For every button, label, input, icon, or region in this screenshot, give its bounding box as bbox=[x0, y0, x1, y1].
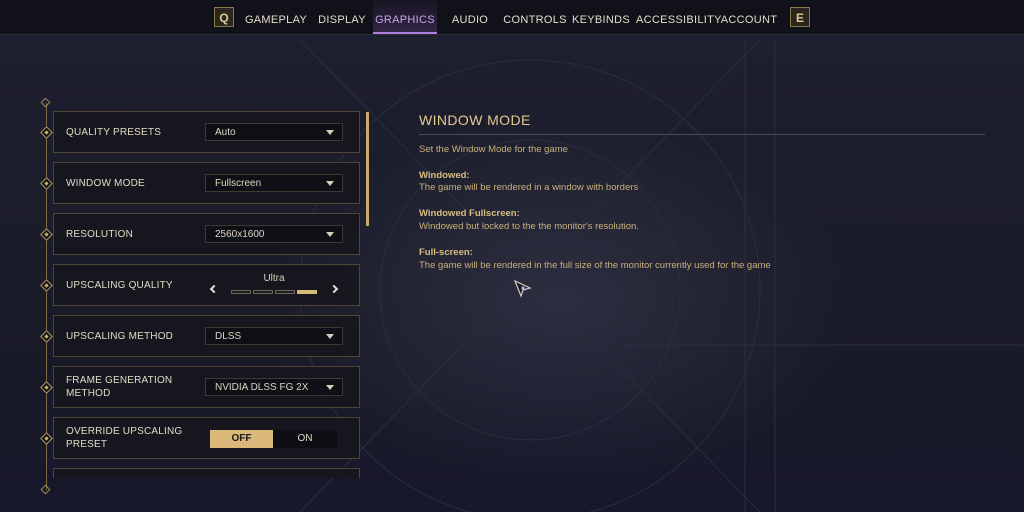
tab-graphics[interactable]: GRAPHICS bbox=[373, 0, 437, 34]
panel-title: WINDOW MODE bbox=[419, 112, 531, 128]
next-tab-key[interactable]: E bbox=[790, 7, 810, 27]
section-heading: Windowed: bbox=[419, 170, 470, 181]
setting-row-upscaling-quality[interactable]: UPSCALING QUALITY Ultra bbox=[40, 264, 360, 306]
toggle-on-option[interactable]: ON bbox=[273, 430, 337, 448]
setting-row-quality-presets[interactable]: QUALITY PRESETS Auto bbox=[40, 111, 360, 153]
dropdown-value: Auto bbox=[215, 127, 236, 138]
tab-display[interactable]: DISPLAY bbox=[314, 0, 370, 34]
dropdown-value: 2560x1600 bbox=[215, 229, 265, 240]
tab-audio[interactable]: AUDIO bbox=[444, 0, 496, 34]
panel-intro: Set the Window Mode for the game bbox=[419, 144, 568, 155]
section-heading: Windowed Fullscreen: bbox=[419, 208, 520, 219]
setting-label: RESOLUTION bbox=[66, 228, 134, 240]
setting-label: UPSCALING QUALITY bbox=[66, 279, 173, 291]
tab-account[interactable]: ACCOUNT bbox=[719, 0, 779, 34]
chevron-down-icon bbox=[326, 334, 334, 339]
frame-generation-dropdown[interactable]: NVIDIA DLSS FG 2X bbox=[205, 378, 343, 396]
chevron-down-icon bbox=[326, 181, 334, 186]
setting-row-upscaling-method[interactable]: UPSCALING METHOD DLSS bbox=[40, 315, 360, 357]
chevron-down-icon bbox=[326, 385, 334, 390]
top-navigation: Q GAMEPLAY DISPLAY GRAPHICS AUDIO CONTRO… bbox=[0, 0, 1024, 35]
override-upscaling-toggle[interactable]: OFF ON bbox=[210, 430, 337, 448]
chevron-right-icon[interactable] bbox=[329, 284, 339, 294]
dropdown-value: NVIDIA DLSS FG 2X bbox=[215, 382, 309, 393]
chevron-left-icon[interactable] bbox=[209, 284, 219, 294]
setting-label: UPSCALING METHOD bbox=[66, 330, 174, 342]
panel-divider bbox=[419, 134, 985, 135]
setting-row-frame-generation[interactable]: FRAME GENERATION METHOD NVIDIA DLSS FG 2X bbox=[40, 366, 360, 408]
setting-label: QUALITY PRESETS bbox=[66, 126, 162, 138]
tab-gameplay[interactable]: GAMEPLAY bbox=[240, 0, 312, 34]
section-text: Windowed but locked to the the monitor's… bbox=[419, 221, 639, 232]
quality-level-segment[interactable] bbox=[231, 290, 251, 294]
setting-row-window-mode[interactable]: WINDOW MODE Fullscreen bbox=[40, 162, 360, 204]
section-heading: Full-screen: bbox=[419, 247, 473, 258]
label-line: OVERRIDE UPSCALING bbox=[66, 426, 183, 437]
label-line: FRAME GENERATION bbox=[66, 375, 173, 386]
settings-scrollbar[interactable] bbox=[366, 112, 369, 226]
section-text: The game will be rendered in the full si… bbox=[419, 260, 771, 271]
label-line: PRESET bbox=[66, 439, 108, 450]
setting-label: FRAME GENERATION METHOD bbox=[66, 367, 201, 407]
dropdown-value: DLSS bbox=[215, 331, 242, 342]
setting-row-partial bbox=[53, 468, 360, 478]
quality-level-segment[interactable] bbox=[297, 290, 317, 294]
setting-row-resolution[interactable]: RESOLUTION 2560x1600 bbox=[40, 213, 360, 255]
upscaling-method-dropdown[interactable]: DLSS bbox=[205, 327, 343, 345]
setting-row-override-upscaling[interactable]: OVERRIDE UPSCALING PRESET OFF ON bbox=[40, 417, 360, 459]
section-text: The game will be rendered in a window wi… bbox=[419, 182, 639, 193]
tab-keybinds[interactable]: KEYBINDS bbox=[572, 0, 630, 34]
toggle-off-option[interactable]: OFF bbox=[210, 430, 273, 448]
prev-tab-key[interactable]: Q bbox=[214, 7, 234, 27]
setting-label: OVERRIDE UPSCALING PRESET bbox=[66, 418, 201, 458]
chevron-down-icon bbox=[326, 232, 334, 237]
window-mode-dropdown[interactable]: Fullscreen bbox=[205, 174, 343, 192]
label-line: METHOD bbox=[66, 388, 111, 399]
tab-accessibility[interactable]: ACCESSIBILITY bbox=[636, 0, 722, 34]
upscaling-quality-value: Ultra bbox=[263, 273, 285, 284]
quality-level-segment[interactable] bbox=[275, 290, 295, 294]
chevron-down-icon bbox=[326, 130, 334, 135]
cursor-icon bbox=[514, 280, 532, 298]
quality-level-segment[interactable] bbox=[253, 290, 273, 294]
dropdown-value: Fullscreen bbox=[215, 178, 262, 189]
tab-controls[interactable]: CONTROLS bbox=[502, 0, 568, 34]
setting-label: WINDOW MODE bbox=[66, 177, 145, 189]
resolution-dropdown[interactable]: 2560x1600 bbox=[205, 225, 343, 243]
quality-presets-dropdown[interactable]: Auto bbox=[205, 123, 343, 141]
